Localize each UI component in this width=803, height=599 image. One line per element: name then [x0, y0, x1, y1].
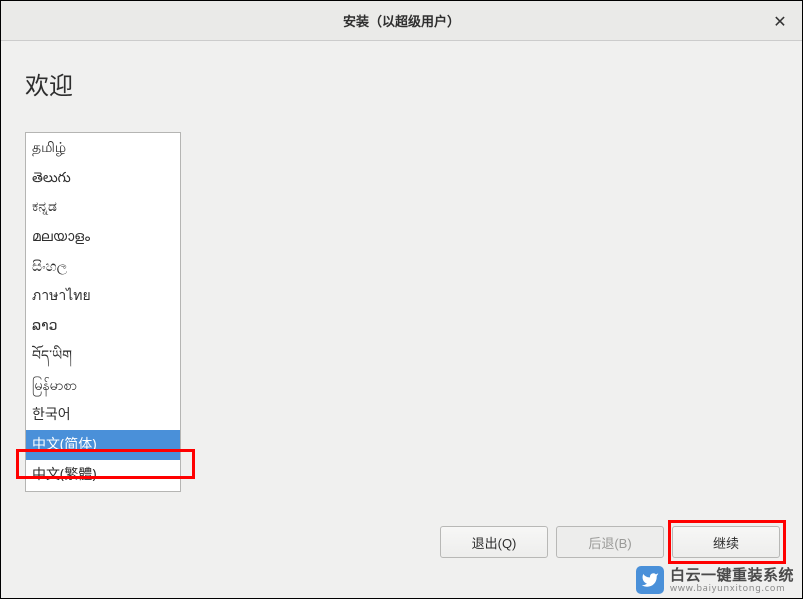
watermark-url: www.baiyunxitong.com — [670, 583, 794, 593]
button-bar: 退出(Q) 后退(B) 继续 — [440, 526, 780, 558]
language-item[interactable]: తెలుగు — [26, 163, 180, 193]
language-item[interactable]: 中文(繁體) — [26, 460, 180, 490]
window-title: 安装（以超级用户） — [343, 11, 460, 30]
language-item[interactable]: မြန်မာစာ — [26, 371, 180, 401]
watermark-logo-icon — [636, 566, 664, 594]
language-item[interactable]: ภาษาไทย — [26, 281, 180, 311]
language-item[interactable]: 中文(简体) — [26, 430, 180, 460]
language-item[interactable]: മലയാളം — [26, 222, 180, 252]
titlebar: 安装（以超级用户） ✕ — [1, 1, 802, 41]
language-item[interactable]: සිංහල — [26, 252, 180, 282]
language-item[interactable]: 日本語 — [26, 489, 180, 492]
close-icon[interactable]: ✕ — [770, 11, 790, 31]
quit-button[interactable]: 退出(Q) — [440, 526, 548, 558]
language-item[interactable]: བོད་ཡིག — [26, 341, 180, 371]
language-item[interactable]: 한국어 — [26, 400, 180, 430]
content-area: 欢迎 தமிழ்తెలుగుಕನ್ನಡമലയാളംසිංහලภาษาไทยລາວ… — [1, 41, 802, 598]
language-item[interactable]: ಕನ್ನಡ — [26, 192, 180, 222]
language-list[interactable]: தமிழ்తెలుగుಕನ್ನಡമലയാളംසිංහලภาษาไทยລາວབོད… — [25, 132, 181, 492]
language-item[interactable]: ລາວ — [26, 311, 180, 341]
page-title: 欢迎 — [25, 66, 780, 102]
continue-button[interactable]: 继续 — [672, 526, 780, 558]
language-item[interactable]: தமிழ் — [26, 133, 180, 163]
watermark-text: 白云一键重装系统 www.baiyunxitong.com — [670, 567, 794, 593]
watermark: 白云一键重装系统 www.baiyunxitong.com — [636, 566, 794, 594]
back-button[interactable]: 后退(B) — [556, 526, 664, 558]
